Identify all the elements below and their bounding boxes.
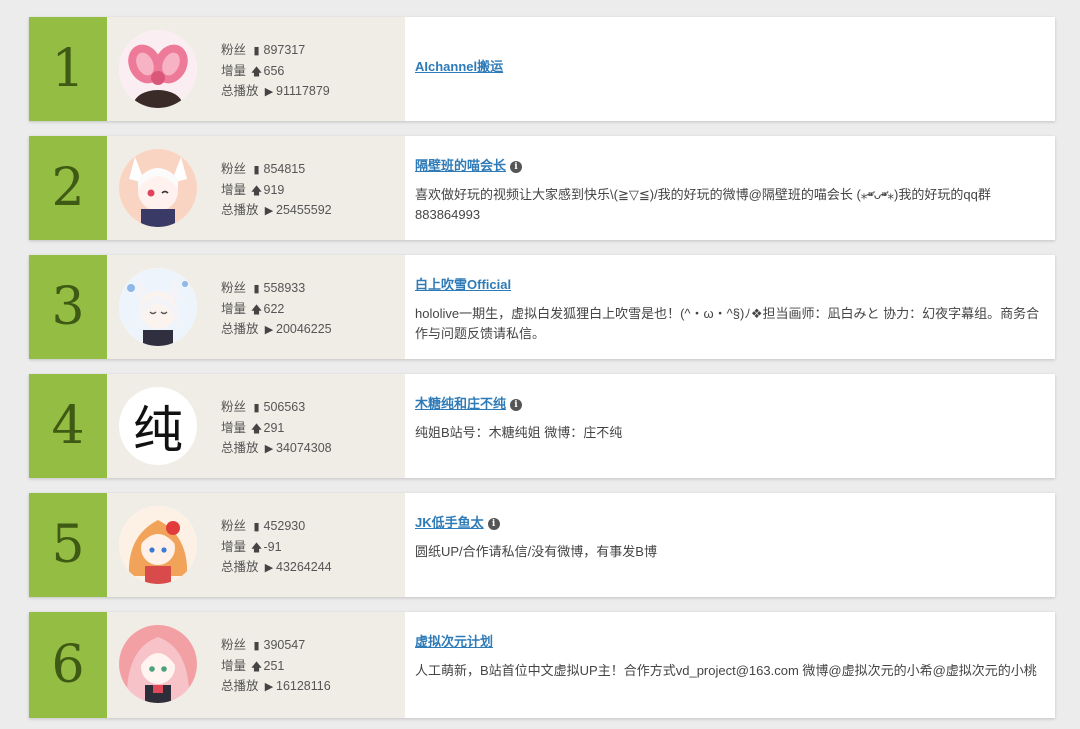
info-icon[interactable]: i bbox=[510, 399, 523, 411]
avatar-character: 纯 bbox=[133, 401, 183, 459]
play-icon: ▶ bbox=[264, 86, 274, 98]
avatar[interactable]: 纯 bbox=[119, 387, 197, 465]
avatar[interactable] bbox=[119, 149, 197, 227]
arrow-up-icon: 🡅 bbox=[250, 541, 263, 554]
bar-chart-icon: ▮ bbox=[253, 45, 260, 57]
bar-chart-icon: ▮ bbox=[253, 283, 260, 295]
uploader-description: 圆纸UP/合作请私信/没有微博，有事发B博 bbox=[415, 544, 657, 559]
fans-stat: 粉丝 ▮ 558933 bbox=[221, 279, 332, 300]
rank-number: 2 bbox=[29, 136, 107, 240]
play-icon: ▶ bbox=[264, 205, 274, 217]
uploader-name-link[interactable]: 白上吹雪Official bbox=[415, 274, 511, 293]
play-icon: ▶ bbox=[264, 681, 274, 693]
stats: 粉丝 ▮ 452930 增量 🡅-91 总播放 ▶ 43264244 bbox=[221, 517, 332, 579]
bar-chart-icon: ▮ bbox=[253, 164, 260, 176]
arrow-up-icon: 🡅 bbox=[250, 660, 263, 673]
arrow-up-icon: 🡅 bbox=[250, 65, 263, 78]
uploader-info: 木糖纯和庄不纯 i 纯姐B站号：木糖纯姐 微博：庄不纯 bbox=[405, 374, 1055, 478]
rank-number: 3 bbox=[29, 255, 107, 359]
uploader-name-link[interactable]: 虚拟次元计划 bbox=[415, 631, 493, 650]
arrow-up-icon: 🡅 bbox=[250, 184, 263, 197]
plays-stat: 总播放 ▶ 91117879 bbox=[221, 82, 330, 103]
plays-stat: 总播放 ▶ 25455592 bbox=[221, 201, 332, 222]
uploader-info: AIchannel搬运 bbox=[405, 17, 1055, 121]
plays-stat: 总播放 ▶ 20046225 bbox=[221, 320, 332, 341]
avatar[interactable] bbox=[119, 30, 197, 108]
bar-chart-icon: ▮ bbox=[253, 640, 260, 652]
uploader-description: 人工萌新，B站首位中文虚拟UP主！合作方式vd_project@163.com … bbox=[415, 663, 1037, 678]
ranking-row: 2 粉丝 ▮ 854815 增量 🡅919 总播放 ▶ 25455592 隔壁班… bbox=[29, 136, 1055, 240]
growth-stat: 增量 🡅656 bbox=[221, 62, 330, 83]
stats-panel: 纯 粉丝 ▮ 506563 增量 🡅291 总播放 ▶ 34074308 bbox=[107, 374, 405, 478]
uploader-info: 白上吹雪Official hololive一期生，虚拟白发狐狸白上吹雪是也！(^… bbox=[405, 255, 1055, 359]
arrow-up-icon: 🡅 bbox=[250, 303, 263, 316]
uploader-description: hololive一期生，虚拟白发狐狸白上吹雪是也！(^・ω・^§)ﾉ❖担当画师：… bbox=[415, 306, 1040, 341]
growth-stat: 增量 🡅-91 bbox=[221, 538, 332, 559]
avatar[interactable] bbox=[119, 625, 197, 703]
uploader-name-link[interactable]: 木糖纯和庄不纯 bbox=[415, 393, 506, 412]
play-icon: ▶ bbox=[264, 443, 274, 455]
play-icon: ▶ bbox=[264, 562, 274, 574]
stats: 粉丝 ▮ 558933 增量 🡅622 总播放 ▶ 20046225 bbox=[221, 279, 332, 341]
fans-stat: 粉丝 ▮ 390547 bbox=[221, 636, 331, 657]
stats: 粉丝 ▮ 897317 增量 🡅656 总播放 ▶ 91117879 bbox=[221, 41, 330, 103]
fans-stat: 粉丝 ▮ 897317 bbox=[221, 41, 330, 62]
rank-number: 5 bbox=[29, 493, 107, 597]
uploader-name-link[interactable]: AIchannel搬运 bbox=[415, 56, 503, 75]
stats-panel: 粉丝 ▮ 854815 增量 🡅919 总播放 ▶ 25455592 bbox=[107, 136, 405, 240]
rank-number: 6 bbox=[29, 612, 107, 718]
stats: 粉丝 ▮ 390547 增量 🡅251 总播放 ▶ 16128116 bbox=[221, 636, 331, 698]
avatar[interactable] bbox=[119, 268, 197, 346]
arrow-up-icon: 🡅 bbox=[250, 422, 263, 435]
ranking-list: 1 粉丝 ▮ 897317 增量 🡅656 总播放 ▶ 91117879 AIc… bbox=[0, 0, 1080, 729]
uploader-name-link[interactable]: JK低手鱼太 bbox=[415, 512, 484, 531]
growth-stat: 增量 🡅919 bbox=[221, 181, 332, 202]
growth-stat: 增量 🡅251 bbox=[221, 657, 331, 678]
ranking-row: 3 粉丝 ▮ 558933 增量 🡅622 总播放 ▶ 20046225 白上吹… bbox=[29, 255, 1055, 359]
plays-stat: 总播放 ▶ 43264244 bbox=[221, 558, 332, 579]
info-icon[interactable]: i bbox=[487, 518, 500, 530]
plays-stat: 总播放 ▶ 16128116 bbox=[221, 677, 331, 698]
fans-stat: 粉丝 ▮ 452930 bbox=[221, 517, 332, 538]
stats-panel: 粉丝 ▮ 452930 增量 🡅-91 总播放 ▶ 43264244 bbox=[107, 493, 405, 597]
uploader-info: JK低手鱼太 i 圆纸UP/合作请私信/没有微博，有事发B博 bbox=[405, 493, 1055, 597]
growth-stat: 增量 🡅622 bbox=[221, 300, 332, 321]
ranking-row: 6 粉丝 ▮ 390547 增量 🡅251 总播放 ▶ 16128116 虚拟次… bbox=[29, 612, 1055, 718]
growth-stat: 增量 🡅291 bbox=[221, 419, 332, 440]
uploader-name-link[interactable]: 隔壁班的喵会长 bbox=[415, 155, 506, 174]
uploader-info: 虚拟次元计划 人工萌新，B站首位中文虚拟UP主！合作方式vd_project@1… bbox=[405, 612, 1055, 718]
bar-chart-icon: ▮ bbox=[253, 521, 260, 533]
ranking-row: 5 粉丝 ▮ 452930 增量 🡅-91 总播放 ▶ 43264244 JK低… bbox=[29, 493, 1055, 597]
rank-number: 1 bbox=[29, 17, 107, 121]
stats-panel: 粉丝 ▮ 390547 增量 🡅251 总播放 ▶ 16128116 bbox=[107, 612, 405, 718]
plays-stat: 总播放 ▶ 34074308 bbox=[221, 439, 332, 460]
fans-stat: 粉丝 ▮ 506563 bbox=[221, 398, 332, 419]
uploader-description: 纯姐B站号：木糖纯姐 微博：庄不纯 bbox=[415, 425, 623, 440]
rank-number: 4 bbox=[29, 374, 107, 478]
stats-panel: 粉丝 ▮ 897317 增量 🡅656 总播放 ▶ 91117879 bbox=[107, 17, 405, 121]
stats: 粉丝 ▮ 506563 增量 🡅291 总播放 ▶ 34074308 bbox=[221, 398, 332, 460]
avatar[interactable] bbox=[119, 506, 197, 584]
uploader-info: 隔壁班的喵会长 i 喜欢做好玩的视频让大家感到快乐\(≧▽≦)/我的好玩的微博@隔… bbox=[405, 136, 1055, 240]
uploader-description: 喜欢做好玩的视频让大家感到快乐\(≧▽≦)/我的好玩的微博@隔壁班的喵会长 (⁎… bbox=[415, 187, 991, 222]
stats-panel: 粉丝 ▮ 558933 增量 🡅622 总播放 ▶ 20046225 bbox=[107, 255, 405, 359]
bar-chart-icon: ▮ bbox=[253, 402, 260, 414]
ranking-row: 1 粉丝 ▮ 897317 增量 🡅656 总播放 ▶ 91117879 AIc… bbox=[29, 17, 1055, 121]
play-icon: ▶ bbox=[264, 324, 274, 336]
ranking-row: 4 纯 粉丝 ▮ 506563 增量 🡅291 总播放 ▶ 34074308 木糖纯… bbox=[29, 374, 1055, 478]
info-icon[interactable]: i bbox=[510, 161, 523, 173]
fans-stat: 粉丝 ▮ 854815 bbox=[221, 160, 332, 181]
stats: 粉丝 ▮ 854815 增量 🡅919 总播放 ▶ 25455592 bbox=[221, 160, 332, 222]
